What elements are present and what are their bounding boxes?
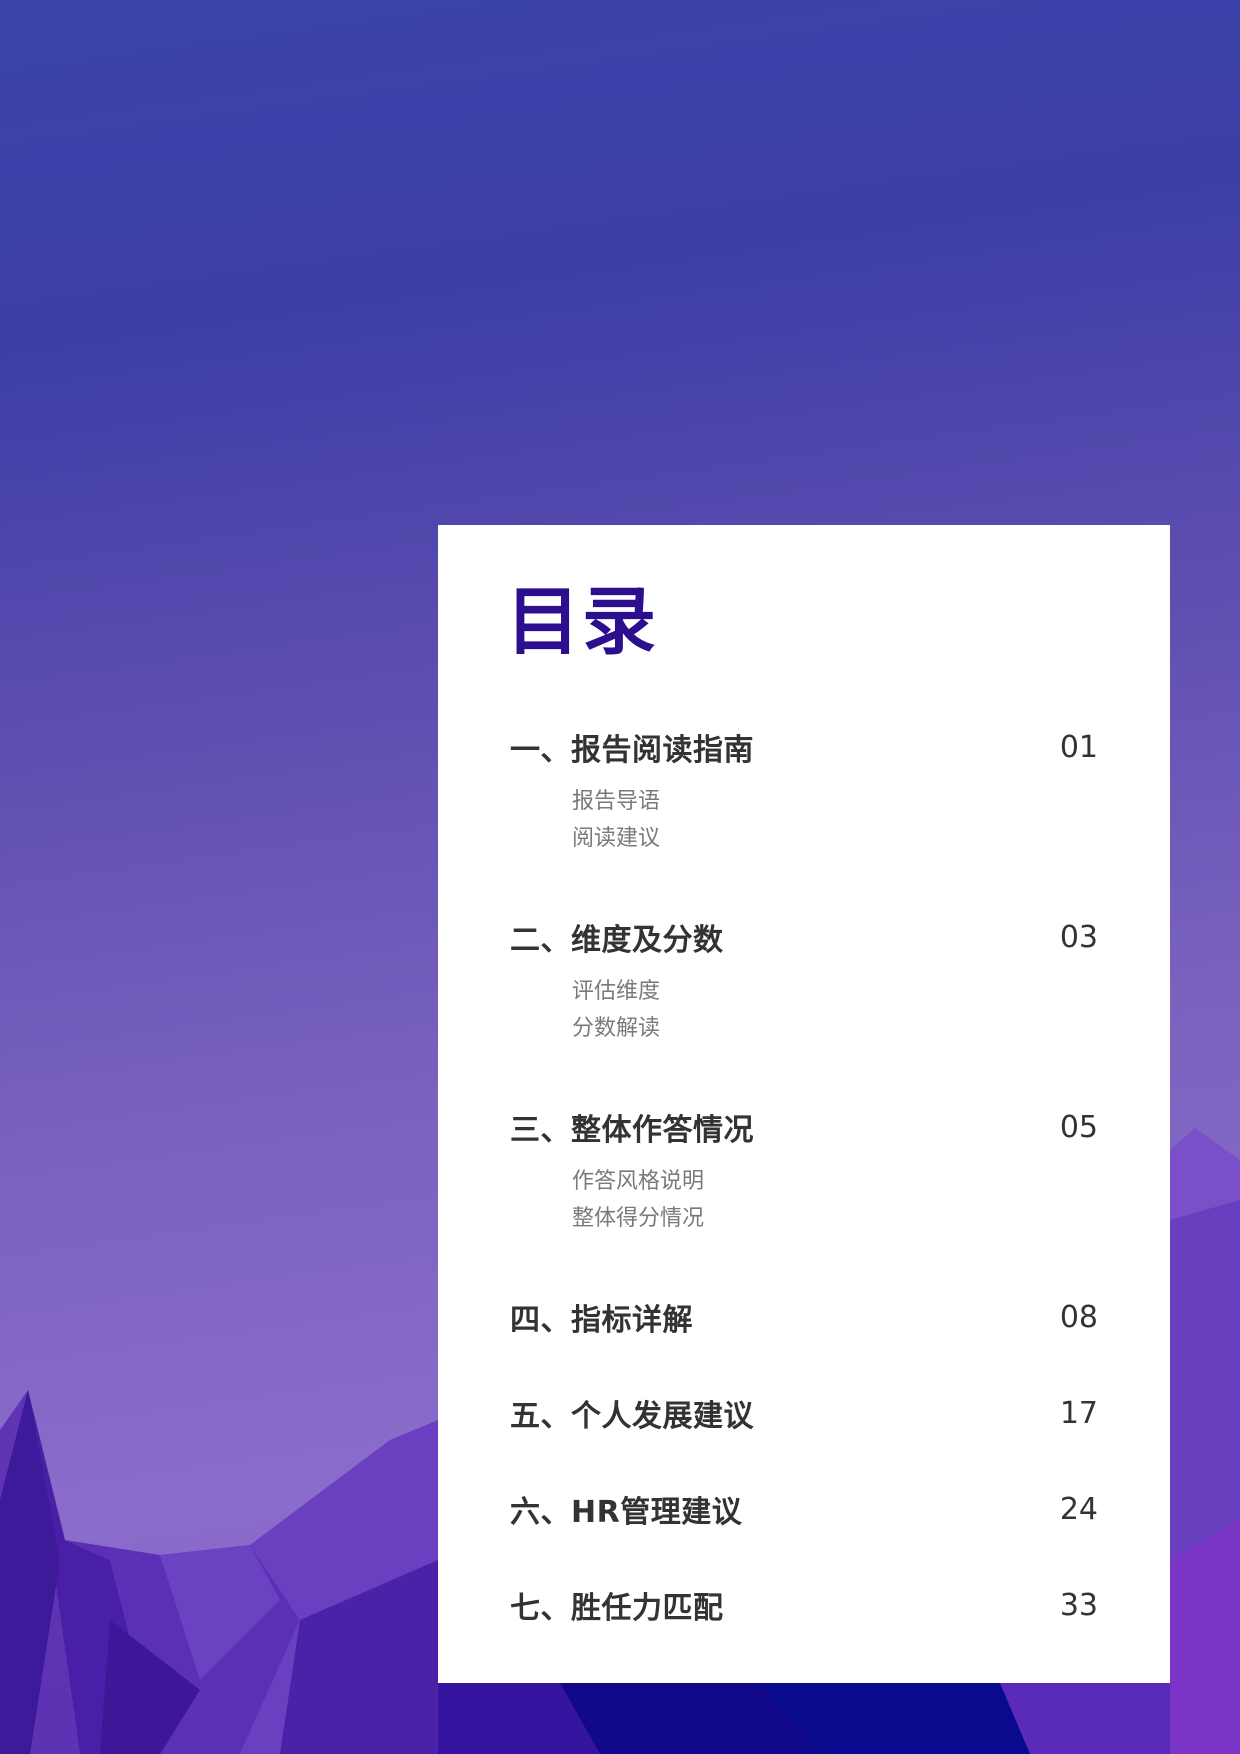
toc-subsection[interactable]: 整体得分情况: [572, 1200, 1098, 1237]
toc-subsection-list: 评估维度 分数解读: [572, 973, 1098, 1047]
toc-section[interactable]: 四、指标详解 08: [510, 1295, 1098, 1339]
toc-subsection-list: 报告导语 阅读建议: [572, 783, 1098, 857]
toc-section-row[interactable]: 七、胜任力匹配 33: [510, 1583, 1098, 1627]
toc-section-page: 01: [1059, 729, 1098, 765]
toc-subsection[interactable]: 评估维度: [572, 973, 1098, 1010]
toc-section-row[interactable]: 六、HR管理建议 24: [510, 1487, 1098, 1531]
toc-section-title: 五、个人发展建议: [510, 1399, 754, 1434]
toc-section-list: 一、报告阅读指南 01 报告导语 阅读建议 二、维度及分数 03 评估维度 分数…: [510, 725, 1098, 1627]
toc-section[interactable]: 二、维度及分数 03 评估维度 分数解读: [510, 915, 1098, 1047]
toc-section-row[interactable]: 三、整体作答情况 05: [510, 1105, 1098, 1149]
toc-subsection[interactable]: 作答风格说明: [572, 1163, 1098, 1200]
toc-section[interactable]: 七、胜任力匹配 33: [510, 1583, 1098, 1627]
toc-section[interactable]: 六、HR管理建议 24: [510, 1487, 1098, 1531]
toc-section-page: 08: [1059, 1299, 1098, 1335]
toc-section-row[interactable]: 五、个人发展建议 17: [510, 1391, 1098, 1435]
toc-section[interactable]: 五、个人发展建议 17: [510, 1391, 1098, 1435]
toc-card: 目录 一、报告阅读指南 01 报告导语 阅读建议 二、维度及分数 03 评估维度…: [438, 525, 1170, 1683]
toc-section-page: 03: [1059, 919, 1098, 955]
toc-section-title: 一、报告阅读指南: [510, 733, 754, 768]
toc-section[interactable]: 一、报告阅读指南 01 报告导语 阅读建议: [510, 725, 1098, 857]
toc-section-title: 七、胜任力匹配: [510, 1591, 724, 1626]
mountain-shape: [1000, 1683, 1170, 1754]
toc-section-row[interactable]: 一、报告阅读指南 01: [510, 725, 1098, 769]
toc-section-row[interactable]: 二、维度及分数 03: [510, 915, 1098, 959]
toc-section-row[interactable]: 四、指标详解 08: [510, 1295, 1098, 1339]
toc-section-page: 05: [1059, 1109, 1098, 1145]
toc-section-page: 24: [1059, 1491, 1098, 1527]
toc-subsection-list: 作答风格说明 整体得分情况: [572, 1163, 1098, 1237]
toc-title: 目录: [506, 579, 658, 665]
toc-section[interactable]: 三、整体作答情况 05 作答风格说明 整体得分情况: [510, 1105, 1098, 1237]
toc-section-title: 四、指标详解: [510, 1303, 693, 1338]
toc-section-title: 三、整体作答情况: [510, 1113, 754, 1148]
toc-subsection[interactable]: 阅读建议: [572, 820, 1098, 857]
toc-section-title: 六、HR管理建议: [510, 1495, 743, 1530]
toc-section-title: 二、维度及分数: [510, 923, 724, 958]
toc-section-page: 17: [1059, 1395, 1098, 1431]
toc-subsection[interactable]: 报告导语: [572, 783, 1098, 820]
mountain-shape: [1170, 1520, 1240, 1754]
toc-subsection[interactable]: 分数解读: [572, 1010, 1098, 1047]
toc-section-page: 33: [1059, 1587, 1098, 1623]
